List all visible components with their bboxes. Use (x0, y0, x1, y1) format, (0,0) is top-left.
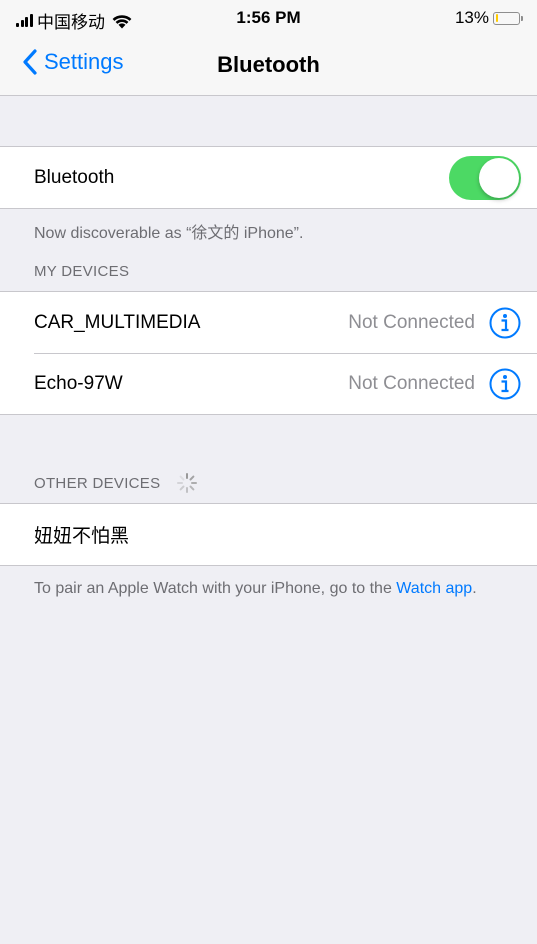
device-name: Echo-97W (34, 372, 123, 394)
apple-watch-note-trailing: . (472, 580, 477, 597)
info-icon[interactable] (489, 368, 521, 400)
info-icon[interactable] (489, 307, 521, 339)
my-devices-group: CAR_MULTIMEDIA Not Connected Echo-97W No… (0, 291, 537, 415)
device-row[interactable]: 妞妞不怕黑 (0, 504, 537, 565)
toggle-knob (479, 157, 519, 198)
my-devices-header: MY DEVICES (34, 263, 129, 280)
battery-percentage: 13% (454, 8, 489, 27)
page-title: Bluetooth (217, 52, 320, 77)
other-devices-group: 妞妞不怕黑 (0, 503, 537, 566)
status-right: 13% (455, 8, 523, 28)
device-row[interactable]: CAR_MULTIMEDIA Not Connected (0, 292, 537, 353)
loading-spinner-icon (177, 473, 198, 493)
device-row[interactable]: Echo-97W Not Connected (0, 353, 537, 414)
battery-fill (495, 14, 499, 22)
device-name: CAR_MULTIMEDIA (34, 311, 201, 333)
device-status: Not Connected (348, 311, 475, 333)
navigation-bar: Settings Bluetooth (0, 36, 537, 96)
watch-app-link[interactable]: Watch app (396, 580, 472, 597)
bluetooth-row: Bluetooth (0, 147, 537, 208)
bluetooth-toggle[interactable] (449, 155, 521, 200)
other-devices-header-label: OTHER DEVICES (34, 474, 161, 492)
other-devices-header: OTHER DEVICES (34, 472, 198, 494)
device-status: Not Connected (348, 372, 475, 394)
my-devices-header-label: MY DEVICES (34, 263, 130, 280)
apple-watch-note-text: To pair an Apple Watch with your iPhone,… (34, 580, 397, 597)
discoverable-note: Now discoverable as “徐文的 iPhone”. (34, 225, 304, 242)
apple-watch-note: To pair an Apple Watch with your iPhone,… (34, 578, 509, 599)
battery-tip (521, 15, 523, 21)
status-bar: 中国移动 1:56 PM 13% (0, 0, 537, 36)
device-name: 妞妞不怕黑 (34, 526, 130, 547)
battery-icon (493, 11, 520, 25)
bluetooth-label: Bluetooth (34, 166, 115, 188)
bluetooth-toggle-group: Bluetooth (0, 146, 537, 209)
